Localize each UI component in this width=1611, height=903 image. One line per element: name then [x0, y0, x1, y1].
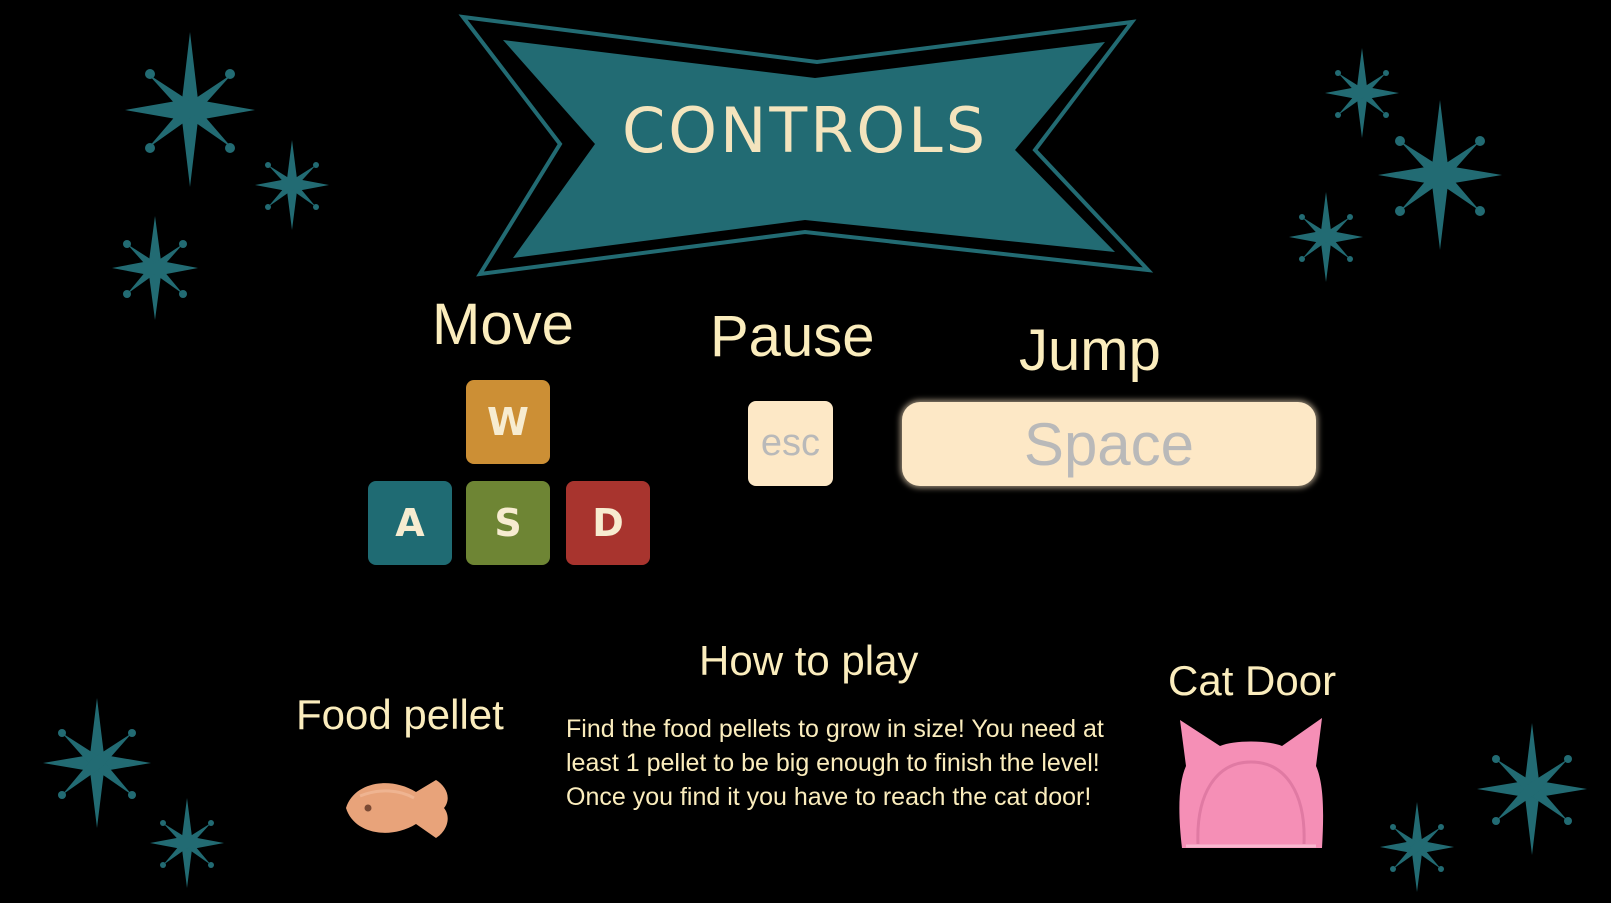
key-esc: esc — [748, 401, 833, 486]
key-d: D — [566, 481, 650, 565]
fish-pellet-icon — [346, 780, 448, 838]
sparkle-star-icon — [1289, 192, 1363, 282]
jump-label: Jump — [1019, 318, 1161, 383]
sparkle-star-icon — [125, 32, 255, 187]
move-label: Move — [432, 292, 574, 357]
key-a: A — [368, 481, 452, 565]
cat-door-label: Cat Door — [1168, 657, 1337, 704]
page-title: CONTROLS — [621, 94, 989, 167]
key-space: Space — [902, 402, 1316, 486]
key-s: S — [466, 481, 550, 565]
sparkle-star-icon — [150, 798, 224, 888]
sparkle-star-icon — [1378, 100, 1502, 250]
cat-door-icon — [1179, 718, 1324, 848]
sparkle-star-icon — [1477, 723, 1587, 855]
sparkle-star-icon — [1380, 802, 1454, 892]
sparkle-star-icon — [255, 140, 329, 230]
key-w: W — [466, 380, 550, 464]
how-to-play-line: Once you find it you have to reach the c… — [566, 783, 1092, 811]
pause-label: Pause — [710, 304, 875, 369]
sparkle-star-icon — [43, 698, 151, 828]
sparkle-star-icon — [112, 216, 198, 320]
how-to-play-line: Find the food pellets to grow in size! Y… — [566, 715, 1104, 743]
how-to-play-line: least 1 pellet to be big enough to finis… — [566, 749, 1100, 777]
how-to-play-text: Find the food pellets to grow in size! Y… — [566, 712, 1126, 814]
how-to-play-title: How to play — [699, 637, 919, 684]
food-pellet-label: Food pellet — [296, 691, 504, 738]
